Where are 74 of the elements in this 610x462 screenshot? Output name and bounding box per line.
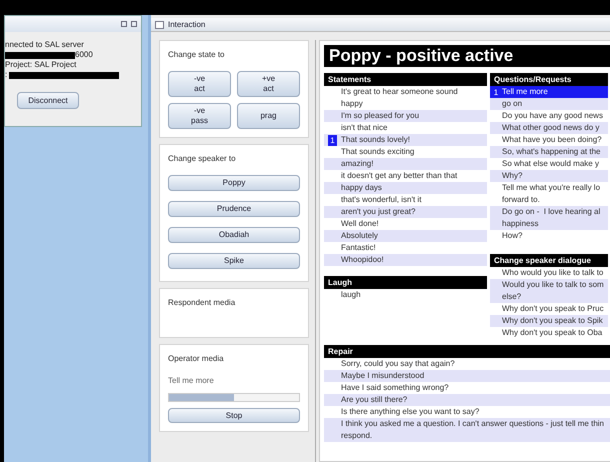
list-item[interactable]: 1 That sounds lovely! [324, 134, 487, 146]
list-item[interactable]: I'm so pleased for you [324, 110, 487, 122]
state-button[interactable]: prag [237, 103, 300, 129]
list-item[interactable]: aren't you just great? [324, 206, 487, 218]
list-item[interactable]: Absolutely [324, 230, 487, 242]
list-item[interactable]: amazing! [324, 158, 487, 170]
state-button[interactable]: -ve pass [168, 103, 231, 129]
section-header: Change speaker dialogue [490, 254, 608, 267]
list-item[interactable]: Are you still there? [324, 394, 610, 406]
status-text: : [5, 70, 8, 80]
list-item-text: Tell me more [502, 86, 549, 98]
stop-button[interactable]: Stop [168, 408, 300, 423]
page-heading: Poppy - positive active [324, 45, 610, 67]
status-text: nnected to SAL server [5, 40, 85, 50]
list-item-text: Well done! [341, 218, 380, 230]
list-item-text: aren't you just great? [341, 206, 416, 218]
list-item-text: So what else would make y [502, 158, 600, 170]
list-item-text: Is there anything else you want to say? [341, 406, 480, 418]
list-item-text: laugh [341, 289, 362, 301]
media-caption: Tell me more [168, 375, 215, 387]
list-item[interactable]: What other good news do y [490, 122, 608, 134]
redaction-bar [5, 52, 75, 58]
list-item[interactable]: 1 Tell me more [490, 86, 608, 98]
list-item-text: Do go on - I love hearing al happiness [502, 206, 602, 230]
list-item-text: What other good news do y [502, 122, 600, 134]
speaker-button[interactable]: Prudence [168, 201, 300, 217]
panel-title: Operator media [168, 353, 225, 365]
list-item[interactable]: Why? [490, 170, 608, 182]
list-item[interactable]: Do go on - I love hearing al happiness [490, 206, 608, 230]
list-item-text: That sounds lovely! [341, 134, 411, 146]
list-item-text: go on [502, 98, 524, 110]
window-icon [155, 20, 164, 28]
section-header: Statements [324, 73, 487, 86]
speaker-button[interactable]: Obadiah [168, 227, 300, 243]
status-text: 6000 [75, 50, 93, 60]
list-item-text: Whoopidoo! [341, 254, 385, 266]
list-item-text: it doesn't get any better than that [341, 170, 458, 182]
list-item[interactable]: Whoopidoo! [324, 254, 487, 266]
section-header: Repair [324, 345, 610, 358]
state-button[interactable]: +ve act [237, 71, 300, 97]
status-text: Project: SAL Project [5, 60, 78, 70]
list-item[interactable]: Maybe I misunderstood [324, 370, 610, 382]
speaker-button[interactable]: Poppy [168, 175, 300, 191]
shortcut-number: 1 [492, 86, 500, 98]
list-item-text: Are you still there? [341, 394, 408, 406]
list-item-text: It's great to hear someone sound happy [341, 86, 459, 110]
shortcut-number: 1 [328, 134, 337, 146]
list-item-text: that's wonderful, isn't it [341, 194, 422, 206]
list-item-text: happy days [341, 182, 383, 194]
section-header: Laugh [324, 276, 487, 289]
list-item-text: Sorry, could you say that again? [341, 358, 456, 370]
list-item-text: Maybe I misunderstood [341, 370, 426, 382]
list-item-text: So, what's happening at the [502, 146, 602, 158]
panel-title: Change state to [168, 49, 226, 61]
list-item-text: isn't that nice [341, 122, 388, 134]
list-item-text: Fantastic! [341, 242, 377, 254]
list-item[interactable]: go on [490, 98, 608, 110]
list-item-text: How? [502, 230, 524, 242]
list-item-text: Absolutely [341, 230, 379, 242]
list-item-text: I'm so pleased for you [341, 110, 420, 122]
window-title: Interaction [168, 18, 206, 30]
list-item-text: Why? [502, 170, 524, 182]
list-item[interactable]: So, what's happening at the [490, 146, 608, 158]
speaker-button[interactable]: Spike [168, 253, 300, 269]
list-item[interactable]: happy days [324, 182, 487, 194]
panel-title: Respondent media [168, 297, 236, 309]
panel-title: Change speaker to [168, 153, 237, 165]
section-header: Questions/Requests [490, 73, 608, 86]
list-item-text: That sounds exciting [341, 146, 416, 158]
list-item-text: Tell me what you're really lo forward to. [502, 182, 602, 206]
list-item-text: amazing! [341, 158, 374, 170]
list-item-text: Have I said something wrong? [341, 382, 450, 394]
state-button[interactable]: -ve act [168, 71, 231, 97]
disconnect-button[interactable]: Disconnect [17, 92, 79, 109]
